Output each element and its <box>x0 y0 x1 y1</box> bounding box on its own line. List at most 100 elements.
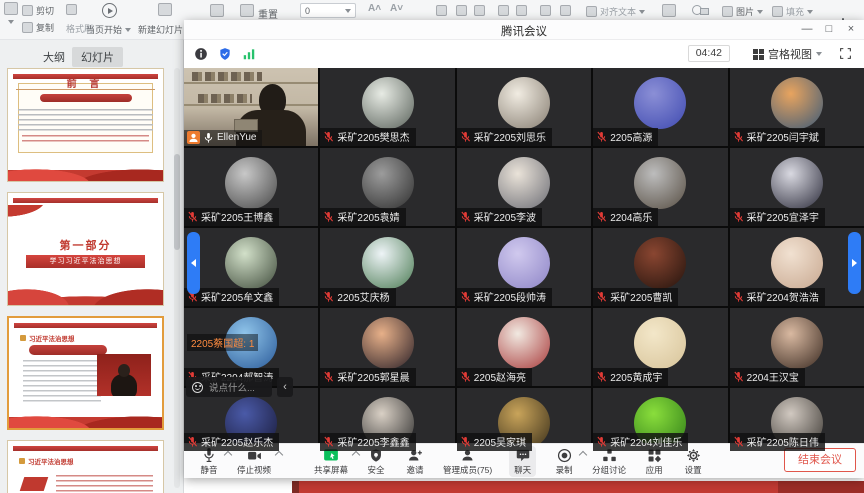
meeting-info-icon[interactable] <box>194 47 208 61</box>
participant-tile[interactable]: 采矿2205段帅涛 <box>457 228 591 306</box>
line-spacing-icon[interactable] <box>560 5 571 16</box>
participant-nameplate: 2205黄成宇 <box>593 368 668 386</box>
chevron-up-icon[interactable] <box>352 450 360 458</box>
participant-name: 采矿2205牟文鑫 <box>201 289 273 304</box>
participant-tile[interactable]: 采矿2204刘佳乐 <box>593 388 727 451</box>
dropdown-caret-icon <box>807 10 813 14</box>
participant-tile[interactable]: 采矿2205陈日伟 <box>730 388 864 451</box>
emoji-icon[interactable] <box>192 382 203 393</box>
text-box-icon[interactable] <box>662 4 676 17</box>
participant-tile[interactable]: 采矿2205闫宇斌 <box>730 68 864 146</box>
picture-button[interactable]: 图片 <box>722 5 763 18</box>
participant-tile[interactable]: 采矿2205樊思杰 <box>320 68 454 146</box>
slide-thumbnail-4[interactable]: 习近平法治思想 <box>7 440 164 493</box>
participant-tile[interactable]: EllenYue <box>184 68 318 146</box>
participant-nameplate: 采矿2205宜泽宇 <box>730 208 825 226</box>
chevron-up-icon[interactable] <box>579 450 587 458</box>
indent-decrease-icon[interactable] <box>498 5 509 16</box>
participant-tile[interactable]: 采矿2205赵乐杰 <box>184 388 318 451</box>
mic-muted-icon <box>733 131 744 143</box>
chat-sender: 2205蔡国超 <box>191 339 243 350</box>
slide-thumbnail-3[interactable]: 习近平法治思想 <box>7 316 164 430</box>
paste-icon[interactable] <box>4 2 18 15</box>
participant-tile[interactable]: 采矿2205宜泽宇 <box>730 148 864 226</box>
tab-slides[interactable]: 幻灯片 <box>72 47 123 67</box>
font-increase-icon[interactable]: A˄ <box>368 3 381 14</box>
participant-tile[interactable]: 2205黄成宇 <box>593 308 727 386</box>
view-mode-switcher[interactable]: 宫格视图 <box>753 45 822 63</box>
participant-tile[interactable]: 采矿2204郝智涛2205蔡国超: 1 说点什么... ‹ <box>184 308 318 386</box>
layout-icon[interactable] <box>210 4 224 17</box>
participant-avatar <box>771 317 823 369</box>
participant-tile[interactable]: 采矿2205曹凯 <box>593 228 727 306</box>
participant-tile[interactable]: 采矿2205李波 <box>457 148 591 226</box>
participant-tile[interactable]: 采矿2205郭星晨 <box>320 308 454 386</box>
participant-nameplate: 2205赵海亮 <box>457 368 532 386</box>
panel-scrollbar[interactable] <box>174 68 180 488</box>
close-button[interactable]: × <box>840 20 862 40</box>
participant-tile[interactable]: 采矿2205牟文鑫 <box>184 228 318 306</box>
picture-icon <box>722 6 733 17</box>
slide-thumbnail-2[interactable]: 第一部分 学习习近平法治思想 <box>7 192 164 306</box>
prev-page-button[interactable] <box>187 232 200 294</box>
maximize-button[interactable]: □ <box>818 20 840 40</box>
new-slide-button[interactable]: 新建幻灯片 <box>138 23 183 36</box>
chat-input[interactable]: 说点什么... <box>186 377 272 397</box>
network-signal-icon[interactable] <box>242 47 256 61</box>
mic-muted-icon <box>596 131 607 143</box>
participant-tile[interactable]: 2205吴家琪 <box>457 388 591 451</box>
toolbar-label: 聊天 <box>514 464 531 476</box>
participant-nameplate: 2204高乐 <box>593 208 658 226</box>
participant-name: 2205赵海亮 <box>474 369 526 384</box>
scrollbar-thumb[interactable] <box>174 154 180 250</box>
meeting-titlebar[interactable]: 腾讯会议 — □ × <box>184 20 864 40</box>
play-icon[interactable] <box>102 3 117 18</box>
chevron-up-icon[interactable] <box>275 450 283 458</box>
next-page-button[interactable] <box>848 232 861 294</box>
participant-tile[interactable]: 采矿2205李鑫鑫 <box>320 388 454 451</box>
align-text-button[interactable]: 对齐文本 <box>586 5 645 18</box>
mic-muted-icon <box>596 436 607 448</box>
security-shield-icon[interactable] <box>218 47 232 61</box>
participant-name: 采矿2204贺浩浩 <box>747 289 819 304</box>
participant-tile[interactable]: 2205艾庆杨 <box>320 228 454 306</box>
font-decrease-icon[interactable]: A˅ <box>390 3 403 14</box>
fill-button[interactable]: 填充 <box>772 5 813 18</box>
new-slide-icon[interactable] <box>158 3 172 16</box>
brush-icon[interactable] <box>66 4 77 15</box>
slide-thumbnail-1[interactable]: 前 言 <box>7 68 164 182</box>
minimize-button[interactable]: — <box>796 20 818 40</box>
participant-tile[interactable]: 2205赵海亮 <box>457 308 591 386</box>
copy-button[interactable]: 复制 <box>22 21 54 34</box>
paste-dropdown-caret[interactable] <box>8 20 14 24</box>
copy-icon <box>22 22 33 33</box>
record-button[interactable]: 录制 <box>553 447 575 476</box>
reset-icon[interactable] <box>240 4 254 17</box>
end-meeting-button[interactable]: 结束会议 <box>784 448 856 472</box>
start-from-page-button[interactable]: 当页开始 <box>86 23 131 36</box>
participant-avatar <box>771 237 823 289</box>
participant-tile[interactable]: 采矿2205王博鑫 <box>184 148 318 226</box>
collapse-chat-button[interactable]: ‹ <box>277 377 293 397</box>
font-size-select[interactable]: 0 <box>300 3 356 18</box>
tab-outline[interactable]: 大纲 <box>34 47 74 67</box>
slide1-title: 前 言 <box>8 75 163 90</box>
participant-name: 采矿2205赵乐杰 <box>201 434 273 449</box>
fullscreen-icon[interactable] <box>839 47 852 60</box>
numbered-list-icon[interactable] <box>474 5 485 16</box>
reset-button[interactable]: 重置 <box>258 6 278 21</box>
chevron-up-icon[interactable] <box>224 450 232 458</box>
clear-format-icon[interactable] <box>436 5 447 16</box>
indent-increase-icon[interactable] <box>516 5 527 16</box>
participant-tile[interactable]: 2204高乐 <box>593 148 727 226</box>
text-direction-icon[interactable] <box>540 5 551 16</box>
participant-tile[interactable]: 2204王汉宝 <box>730 308 864 386</box>
participant-tile[interactable]: 采矿2205刘思乐 <box>457 68 591 146</box>
participant-tile[interactable]: 2205高源 <box>593 68 727 146</box>
participant-tile[interactable]: 采矿2204贺浩浩 <box>730 228 864 306</box>
bullet-list-icon[interactable] <box>456 5 467 16</box>
participant-tile[interactable]: 采矿2205袁婧 <box>320 148 454 226</box>
mic-muted-icon <box>596 211 607 223</box>
shapes-rect-icon[interactable] <box>700 8 709 15</box>
cut-button[interactable]: 剪切 <box>22 4 54 17</box>
